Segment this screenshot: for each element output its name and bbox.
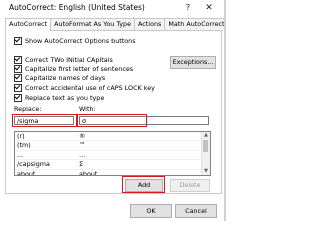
tab-math-autocorrect[interactable]: Math AutoCorrect [164,18,229,30]
list-item[interactable]: (tm) ™ [15,141,210,151]
autocorrect-entries-list[interactable]: (r) ® (tm) ™ ... … /capsigma Σ about abo… [14,131,211,176]
entry-replace-text: (r) [17,132,25,140]
names-of-days-option[interactable]: Capitalize names of days [14,74,105,82]
list-item[interactable]: ... … [15,150,210,161]
ok-button[interactable]: OK [130,204,172,218]
entry-with-text: ™ [79,141,86,150]
tab-autoformat-as-you-type[interactable]: AutoFormat As You Type [50,18,136,30]
list-item[interactable]: about about [15,169,210,176]
tab-strip: AutoCorrect AutoFormat As You Type Actio… [5,18,229,31]
caps-lock-label: Correct accidental use of cAPS LOCK key [25,84,155,92]
add-highlight [122,176,165,193]
show-options-buttons-checkbox[interactable] [14,37,22,45]
close-button[interactable]: ✕ [202,2,216,14]
entry-replace-text: ... [17,150,24,159]
tab-actions[interactable]: Actions [134,18,166,30]
scroll-up-icon[interactable]: ▲ [202,132,210,139]
tab-autocorrect[interactable]: AutoCorrect [5,18,52,31]
first-letter-checkbox[interactable] [14,65,22,73]
help-button[interactable]: ? [181,2,195,14]
scrollbar-thumb[interactable] [203,140,208,152]
entry-with-text: ® [79,132,86,140]
entry-with-text: about [79,169,98,176]
names-of-days-label: Capitalize names of days [25,74,106,82]
autocorrect-dialog: AutoCorrect: English (United States) ? ✕… [0,0,229,221]
show-options-buttons-label: Show AutoCorrect Options buttons [25,37,136,45]
list-scrollbar[interactable]: ▲ ▼ [201,132,210,175]
list-item[interactable]: (r) ® [15,132,210,142]
list-item[interactable]: /capsigma Σ [15,160,210,170]
replace-text-checkbox[interactable] [14,94,22,102]
two-initial-caps-label: Correct TWo INitial CApitals [25,56,113,64]
entry-replace-text: /capsigma [17,160,50,169]
cancel-button[interactable]: Cancel [175,204,217,218]
replace-text-option[interactable]: Replace text as you type [14,94,104,102]
caps-lock-checkbox[interactable] [14,84,22,92]
first-letter-option[interactable]: Capitalize first letter of sentences [14,65,133,73]
replace-highlight [12,114,77,127]
entry-replace-text: about [17,169,36,176]
document-background [226,0,300,221]
with-highlight [77,114,147,127]
entry-with-text: … [79,150,86,159]
two-initial-caps-option[interactable]: Correct TWo INitial CApitals [14,56,113,64]
with-label: With: [79,105,96,113]
replace-text-label: Replace text as you type [25,94,105,102]
show-options-buttons-option[interactable]: Show AutoCorrect Options buttons [14,37,136,45]
caps-lock-option[interactable]: Correct accidental use of cAPS LOCK key [14,84,155,92]
replace-label: Replace: [14,105,42,113]
first-letter-label: Capitalize first letter of sentences [25,65,134,73]
exceptions-button[interactable]: Exceptions... [170,56,216,69]
delete-button[interactable]: Delete [170,179,210,192]
names-of-days-checkbox[interactable] [14,74,22,82]
entry-with-text: Σ [79,160,84,169]
two-initial-caps-checkbox[interactable] [14,56,22,64]
dialog-title: AutoCorrect: English (United States) [9,3,145,12]
entry-replace-text: (tm) [17,141,31,150]
scroll-down-icon[interactable]: ▼ [202,168,210,175]
